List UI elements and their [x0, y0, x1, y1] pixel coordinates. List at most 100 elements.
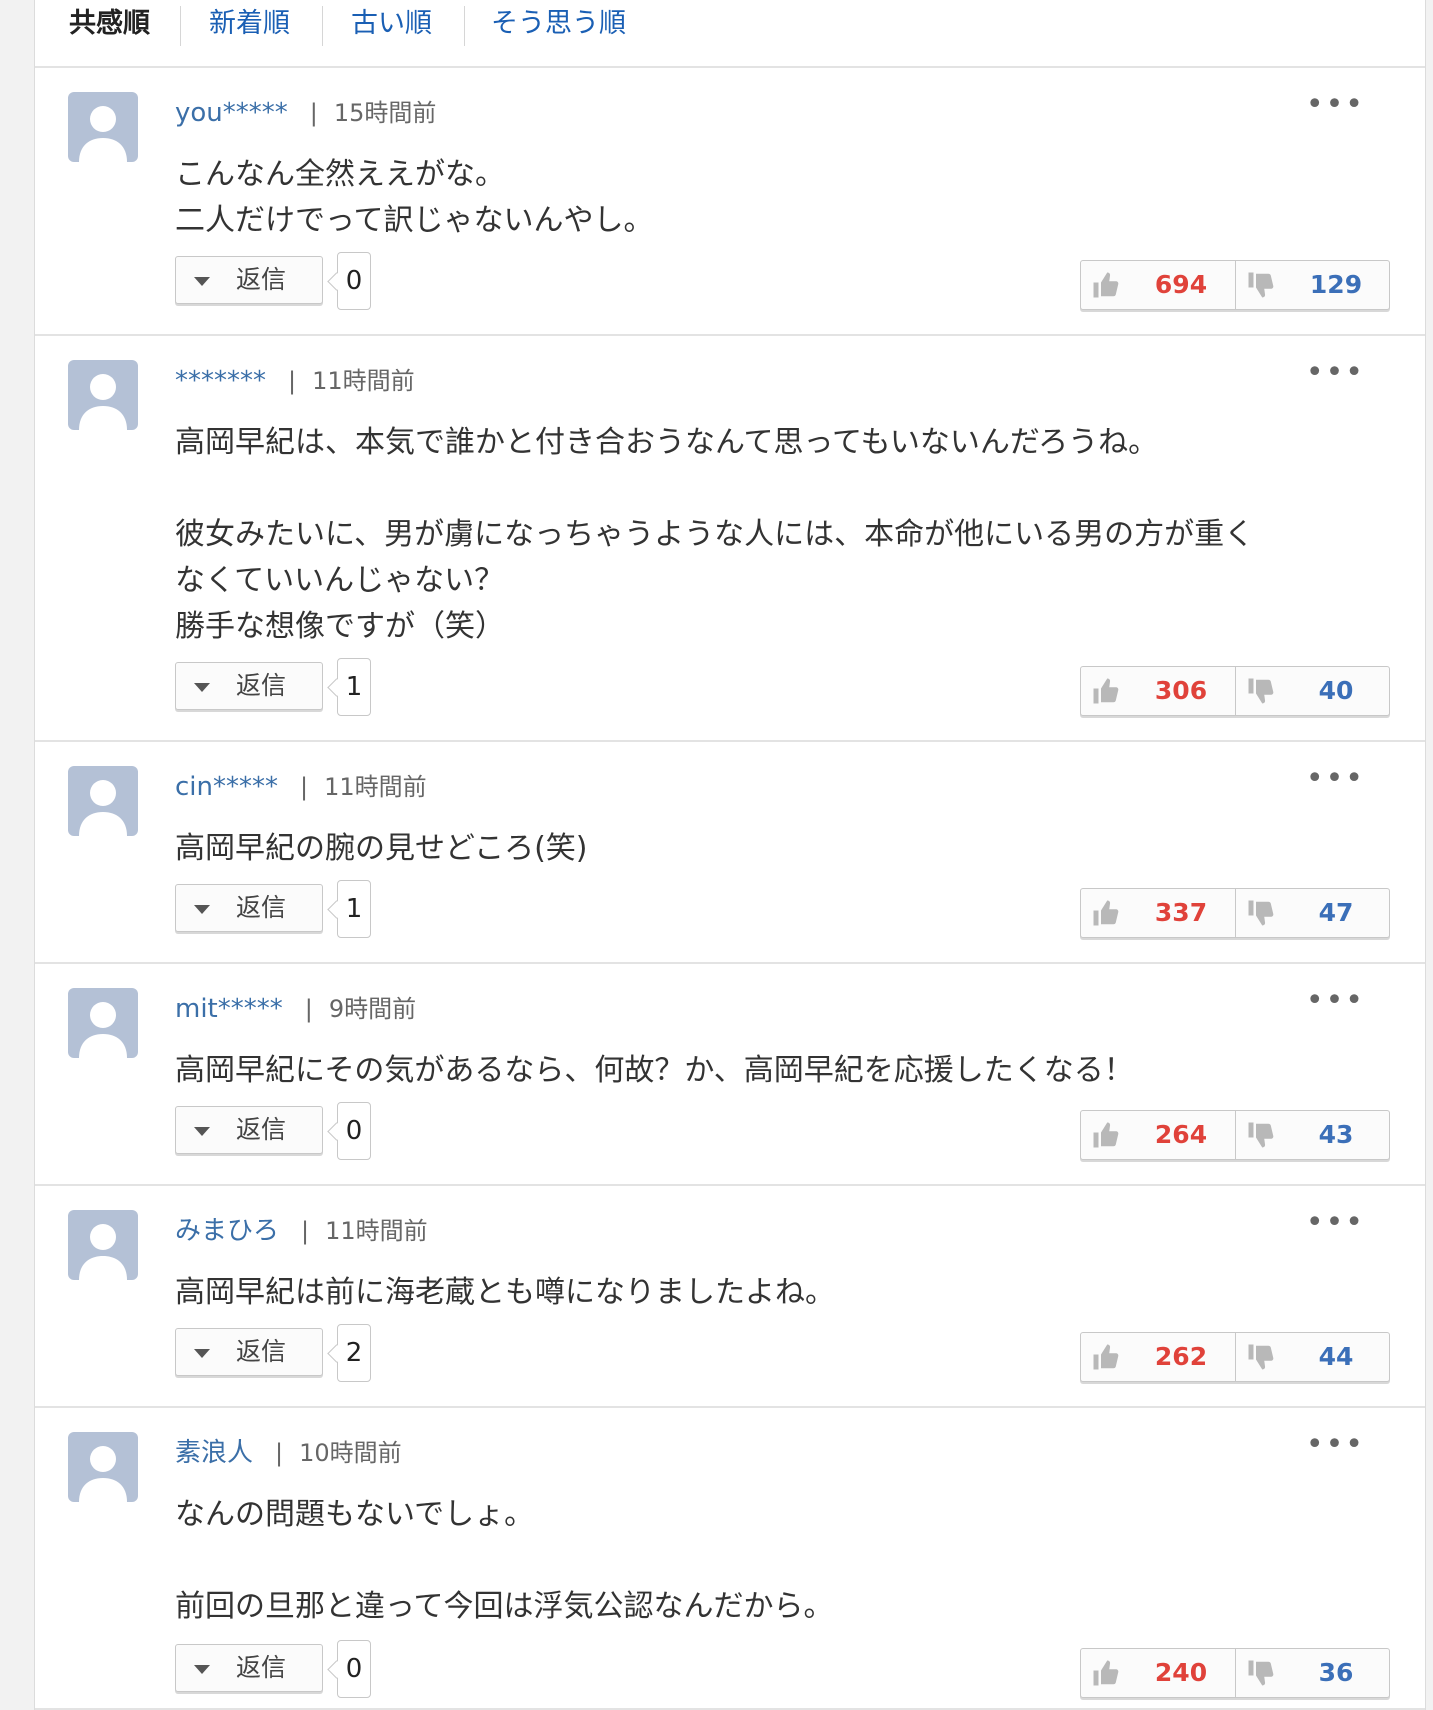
- user-avatar-icon[interactable]: [68, 766, 138, 836]
- thumbs-down-icon: [1246, 1120, 1276, 1154]
- comment-text: 高岡早紀の腕の見せどころ(笑): [175, 831, 588, 866]
- reply-count: 1: [337, 658, 371, 716]
- comment-time: 11時間前: [312, 367, 415, 395]
- comment-author[interactable]: cin*****: [175, 772, 278, 802]
- comment-text: 高岡早紀にその気があるなら、何故？か、高岡早紀を応援したくなる！: [175, 1053, 1134, 1088]
- meta-divider: |: [301, 1217, 310, 1245]
- sort-tab-oldest[interactable]: 古い順: [351, 0, 432, 48]
- like-button[interactable]: 264: [1081, 1111, 1236, 1159]
- like-button[interactable]: 306: [1081, 667, 1236, 715]
- comment-author[interactable]: みまひろ: [175, 1216, 279, 1246]
- comment-text: こんなん全然ええがな。 二人だけでって訳じゃないんやし。: [175, 157, 654, 238]
- thumbs-up-icon: [1091, 1120, 1121, 1154]
- reply-button[interactable]: 返信: [175, 1328, 323, 1376]
- thumbs-down-icon: [1246, 270, 1276, 304]
- dislike-button[interactable]: 40: [1236, 667, 1390, 715]
- dislike-button[interactable]: 43: [1236, 1111, 1390, 1159]
- meta-divider: |: [288, 367, 297, 395]
- like-button[interactable]: 240: [1081, 1649, 1236, 1697]
- more-options-icon[interactable]: •••: [1306, 90, 1365, 120]
- comment-item: cin***** | 11時間前 ••• 高岡早紀の腕の見せどころ(笑) 返信 1 …: [35, 742, 1425, 964]
- user-avatar-icon[interactable]: [68, 92, 138, 162]
- comment-item: みまひろ | 11時間前 ••• 高岡早紀は前に海老蔵とも噂になりましたよね。 返信…: [35, 1186, 1425, 1408]
- reply-label: 返信: [236, 893, 287, 922]
- user-avatar-icon[interactable]: [68, 360, 138, 430]
- reply-count: 1: [337, 880, 371, 938]
- dislike-count: 43: [1318, 1120, 1354, 1149]
- thumbs-up-icon: [1091, 898, 1121, 932]
- thumbs-up-icon: [1091, 676, 1121, 710]
- dislike-count: 129: [1309, 270, 1363, 299]
- dislike-button[interactable]: 47: [1236, 889, 1390, 937]
- reply-button[interactable]: 返信: [175, 1644, 323, 1692]
- caret-down-icon: [194, 905, 210, 914]
- like-count: 262: [1154, 1342, 1208, 1371]
- more-options-icon[interactable]: •••: [1306, 1430, 1365, 1460]
- dislike-count: 36: [1318, 1658, 1354, 1687]
- comment-item: you***** | 15時間前 ••• こんなん全然ええがな。 二人だけでって訳じ…: [35, 68, 1425, 336]
- vote-group: 240 36: [1080, 1648, 1390, 1698]
- reply-label: 返信: [236, 671, 287, 700]
- more-options-icon[interactable]: •••: [1306, 1208, 1365, 1238]
- comment-author[interactable]: mit*****: [175, 994, 283, 1024]
- meta-divider: |: [275, 1439, 284, 1467]
- reply-button[interactable]: 返信: [175, 256, 323, 304]
- like-count: 306: [1154, 676, 1208, 705]
- sort-tab-newest[interactable]: 新着順: [209, 0, 290, 48]
- comment-author[interactable]: 素浪人: [175, 1438, 253, 1468]
- comment-author[interactable]: you*****: [175, 98, 288, 128]
- sort-tab-empathy[interactable]: 共感順: [69, 0, 150, 48]
- like-button[interactable]: 694: [1081, 261, 1236, 309]
- dislike-button[interactable]: 129: [1236, 261, 1390, 309]
- more-options-icon[interactable]: •••: [1306, 764, 1365, 794]
- reply-button[interactable]: 返信: [175, 662, 323, 710]
- reply-count: 0: [337, 1102, 371, 1160]
- more-options-icon[interactable]: •••: [1306, 358, 1365, 388]
- sort-bar: 共感順 新着順 古い順 そう思う順: [35, 0, 1425, 68]
- sort-tab-agree[interactable]: そう思う順: [491, 0, 626, 48]
- like-count: 240: [1154, 1658, 1208, 1687]
- reply-label: 返信: [236, 1115, 287, 1144]
- user-avatar-icon[interactable]: [68, 988, 138, 1058]
- vote-group: 694 129: [1080, 260, 1390, 310]
- reply-label: 返信: [236, 1337, 287, 1366]
- meta-divider: |: [309, 99, 318, 127]
- like-button[interactable]: 337: [1081, 889, 1236, 937]
- comment-time: 9時間前: [328, 995, 417, 1023]
- vote-group: 337 47: [1080, 888, 1390, 938]
- thumbs-down-icon: [1246, 1658, 1276, 1692]
- comment-item: ******* | 11時間前 ••• 高岡早紀は、本気で誰かと付き合おうなんて思っ…: [35, 336, 1425, 742]
- like-count: 337: [1154, 898, 1208, 927]
- reply-count: 0: [337, 1640, 371, 1698]
- sort-divider: [464, 6, 465, 46]
- thumbs-up-icon: [1091, 1658, 1121, 1692]
- reply-button[interactable]: 返信: [175, 884, 323, 932]
- meta-divider: |: [304, 995, 313, 1023]
- user-avatar-icon[interactable]: [68, 1210, 138, 1280]
- dislike-button[interactable]: 36: [1236, 1649, 1390, 1697]
- thumbs-up-icon: [1091, 270, 1121, 304]
- comments-panel: 共感順 新着順 古い順 そう思う順 you***** | 15時間前 ••• こんな…: [34, 0, 1426, 1710]
- user-avatar-icon[interactable]: [68, 1432, 138, 1502]
- caret-down-icon: [194, 277, 210, 286]
- like-button[interactable]: 262: [1081, 1333, 1236, 1381]
- reply-count: 0: [337, 252, 371, 310]
- more-options-icon[interactable]: •••: [1306, 986, 1365, 1016]
- comment-text: なんの問題もないでしょ。 前回の旦那と違って今回は浮気公認なんだから。: [175, 1497, 834, 1624]
- comment-time: 15時間前: [333, 99, 437, 127]
- dislike-count: 44: [1318, 1342, 1354, 1371]
- dislike-count: 47: [1318, 898, 1354, 927]
- reply-label: 返信: [236, 1653, 287, 1682]
- comment-meta: 素浪人 | 10時間前: [175, 1436, 402, 1470]
- comment-meta: you***** | 15時間前: [175, 96, 436, 130]
- comment-meta: みまひろ | 11時間前: [175, 1214, 428, 1248]
- dislike-count: 40: [1318, 676, 1354, 705]
- dislike-button[interactable]: 44: [1236, 1333, 1390, 1381]
- comment-meta: ******* | 11時間前: [175, 364, 415, 398]
- comment-time: 10時間前: [299, 1439, 402, 1467]
- comment-meta: mit***** | 9時間前: [175, 992, 416, 1026]
- reply-button[interactable]: 返信: [175, 1106, 323, 1154]
- vote-group: 264 43: [1080, 1110, 1390, 1160]
- comment-author[interactable]: *******: [175, 366, 266, 396]
- sort-divider: [180, 6, 181, 46]
